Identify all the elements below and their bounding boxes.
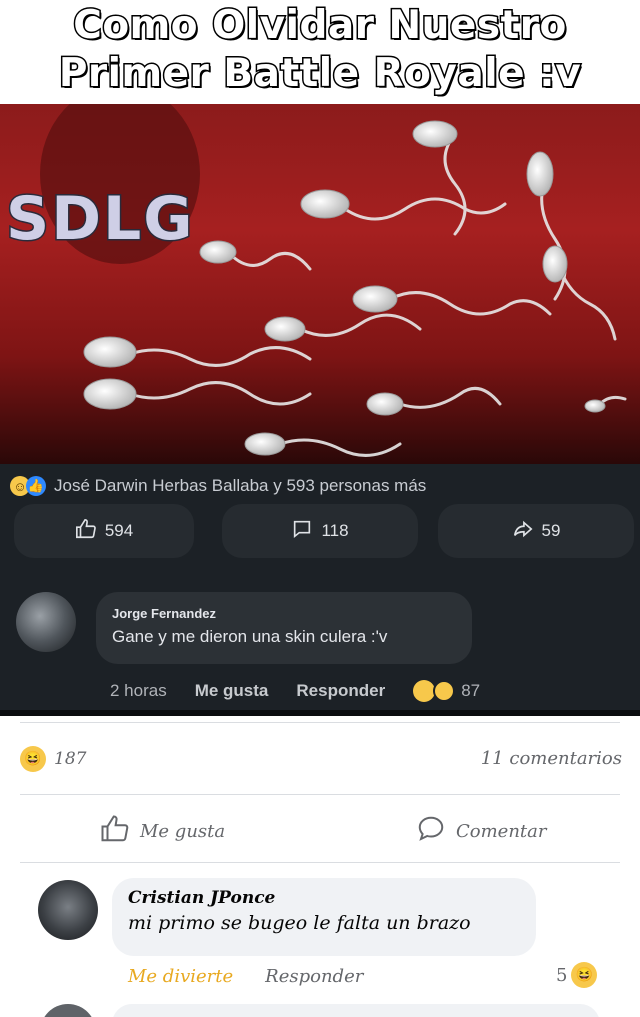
comment-count: 118 (321, 521, 349, 540)
like-count-button[interactable]: 594 (14, 504, 194, 558)
haha-reaction-icon: 😆 (571, 962, 598, 988)
reaction-count: 5 (556, 964, 568, 986)
post-reaction-count: 187 (54, 749, 87, 769)
comment-reply-button[interactable]: Responder (296, 681, 385, 701)
haha-reaction-icon (413, 680, 436, 702)
divider (20, 862, 620, 863)
haha-reaction-icon: 😆 (20, 746, 46, 772)
commenter-avatar[interactable] (16, 592, 76, 652)
divider (20, 794, 620, 795)
meme-caption-line2: Primer Battle Royale :v (57, 50, 582, 98)
comment-text: mi primo se bugeo le falta un brazo (128, 912, 471, 934)
comment-react-button[interactable]: Me divierte (128, 966, 233, 987)
comment-author[interactable]: Jorge Fernandez (112, 606, 456, 621)
reaction-count: 87 (461, 681, 481, 700)
comment-meta: 2 horas Me gusta Responder 87 (110, 680, 480, 702)
comment-reaction-count[interactable]: 5 😆 (556, 962, 598, 988)
comment-reaction-count[interactable]: 87 (413, 680, 480, 702)
comment-time: 2 horas (110, 681, 167, 700)
thumbs-up-icon (100, 814, 130, 849)
comment-count-button[interactable]: 118 (222, 504, 418, 558)
meme-image: SDLG (0, 104, 640, 464)
divider (0, 710, 640, 716)
comment-bubble: Jorge Fernandez Gane y me dieron una ski… (96, 592, 472, 664)
embedded-post: ☺ 👍 José Darwin Herbas Ballaba y 593 per… (0, 464, 640, 716)
wow-reaction-icon (433, 680, 456, 702)
comment-meta: Me divierte Responder (128, 966, 363, 987)
divider (20, 722, 620, 723)
meme-caption-line1: Como Olvidar Nuestro (72, 2, 568, 50)
share-count-button[interactable]: 59 (438, 504, 634, 558)
comment-icon (291, 518, 313, 545)
next-commenter-avatar[interactable] (40, 1004, 96, 1017)
share-icon (512, 518, 534, 545)
reactions-text: José Darwin Herbas Ballaba y 593 persona… (54, 476, 427, 495)
like-reaction-icon: 👍 (26, 476, 46, 496)
next-comment-bubble (112, 1004, 600, 1017)
post-comment-button[interactable]: Comentar (416, 814, 547, 849)
sdlg-logo: SDLG (5, 183, 195, 256)
post-like-button[interactable]: Me gusta (100, 814, 225, 849)
comment-bubble: Cristian JPonce mi primo se bugeo le fal… (112, 878, 536, 956)
comment-text: Gane y me dieron una skin culera :'v (112, 627, 388, 646)
comment-icon (416, 814, 446, 849)
thumbs-up-icon (75, 518, 97, 545)
post-like-label: Me gusta (140, 821, 226, 842)
commenter-avatar[interactable] (38, 880, 98, 940)
comment-like-button[interactable]: Me gusta (195, 681, 269, 701)
comment-reply-button[interactable]: Responder (265, 966, 363, 987)
comment-author[interactable]: Cristian JPonce (128, 888, 520, 908)
like-count: 594 (104, 521, 134, 540)
post-reactions[interactable]: 😆 187 (20, 746, 86, 772)
sperm-illustration (40, 104, 627, 457)
post-comment-label: Comentar (456, 821, 547, 842)
post-comments-count[interactable]: 11 comentarios (481, 748, 622, 769)
share-count: 59 (541, 521, 561, 540)
meme-caption: Como Olvidar Nuestro Primer Battle Royal… (0, 0, 640, 104)
reactions-summary[interactable]: ☺ 👍 José Darwin Herbas Ballaba y 593 per… (10, 474, 426, 498)
